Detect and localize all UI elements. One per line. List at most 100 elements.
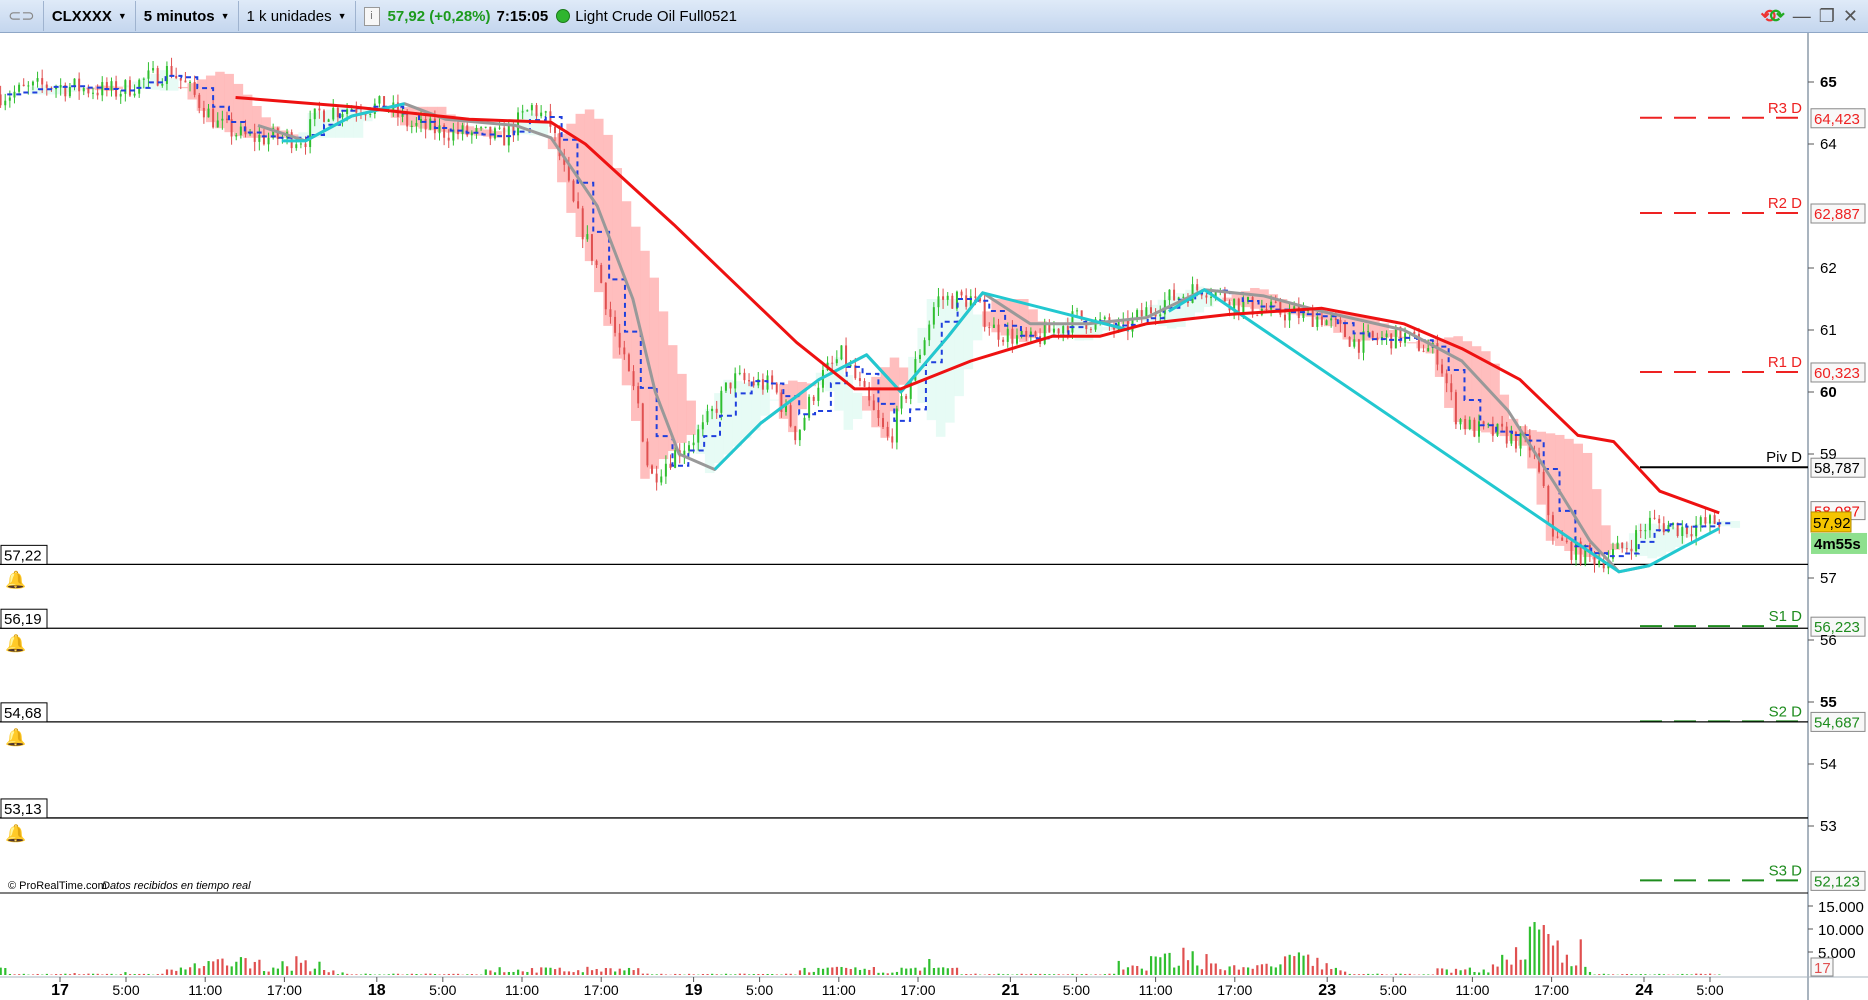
volume-bar — [1247, 967, 1250, 975]
volume-bar — [900, 967, 903, 975]
volume-bar — [1611, 974, 1615, 975]
volume-bar — [914, 967, 917, 975]
price-chart[interactable]: R3 D64,423R2 D62,887R1 D60,323Piv D58,78… — [0, 33, 1868, 1000]
candle-body — [789, 405, 792, 427]
volume-bar — [355, 974, 358, 975]
candle-body — [1353, 339, 1356, 347]
volume-bar — [1482, 969, 1485, 975]
candle-body — [965, 295, 968, 307]
price-tick-label: 56 — [1820, 632, 1837, 649]
chart-toolbar: ⊂⊃ CLXXXX ▼ 5 minutos ▼ 1 k unidades ▼ i 57… — [0, 0, 1868, 33]
volume-bar — [1163, 953, 1167, 975]
link-icon[interactable]: ⊂⊃ — [0, 0, 43, 32]
hour-label: 17:00 — [267, 982, 302, 998]
candle-body — [1445, 373, 1448, 384]
candle-body — [660, 476, 663, 483]
volume-bar — [544, 967, 547, 975]
candle-body — [59, 85, 62, 88]
candle-body — [831, 362, 834, 364]
alert-value: 57,22 — [4, 547, 42, 564]
volume-bar — [336, 974, 340, 975]
hour-label: 17:00 — [900, 982, 935, 998]
hour-label: 11:00 — [822, 982, 856, 998]
candle-body — [595, 260, 598, 265]
symbol-selector[interactable]: CLXXXX ▼ — [44, 0, 135, 32]
units-selector[interactable]: 1 k unidades ▼ — [239, 0, 355, 32]
candle-body — [304, 143, 307, 148]
candle-body — [87, 87, 90, 94]
volume-bar — [1039, 973, 1042, 975]
candle-body — [549, 111, 552, 127]
volume-bar — [845, 967, 848, 975]
volume-bar — [572, 972, 575, 975]
volume-bar — [332, 970, 335, 975]
pivot-label: S1 D — [1769, 608, 1803, 625]
price-tick-label: 62 — [1820, 260, 1837, 277]
candle-body — [253, 132, 256, 142]
ichimoku-cloud-segment — [898, 367, 909, 385]
volume-bar — [415, 974, 418, 975]
bell-icon[interactable]: 🔔 — [5, 824, 26, 843]
volume-bar — [193, 963, 196, 975]
candle-body — [544, 111, 547, 113]
price-tick-label: 53 — [1820, 818, 1837, 835]
volume-bar — [965, 974, 968, 975]
candle-body — [1454, 392, 1457, 425]
candle-body — [1390, 333, 1393, 349]
price-tick-label: 59 — [1820, 446, 1837, 463]
volume-bar — [637, 968, 640, 975]
volume-bar — [1445, 969, 1448, 975]
candle-body — [1339, 319, 1342, 324]
restore-icon[interactable]: ❐ — [1819, 6, 1835, 27]
pivot-value: 54,687 — [1814, 714, 1860, 731]
refresh-icon[interactable]: ⟲⟳ — [1761, 6, 1785, 27]
volume-bar — [55, 974, 58, 975]
candle-body — [655, 473, 658, 483]
candle-body — [78, 78, 81, 92]
volume-bar — [674, 973, 677, 975]
candle-body — [355, 109, 358, 113]
hour-label: 5:00 — [1696, 982, 1723, 998]
volume-bar — [1422, 974, 1425, 975]
info-icon[interactable]: i — [363, 6, 380, 26]
ichimoku-cloud-segment — [677, 373, 687, 443]
candle-body — [1274, 301, 1277, 303]
candle-body — [1699, 517, 1702, 525]
volume-bar — [1325, 963, 1328, 975]
candle-body — [498, 127, 501, 129]
volume-bar — [623, 970, 626, 975]
close-icon[interactable]: ✕ — [1843, 6, 1858, 27]
volume-bar — [1561, 962, 1564, 975]
candle-body — [540, 112, 543, 117]
volume-bar — [1718, 974, 1721, 975]
bell-icon[interactable]: 🔔 — [5, 570, 26, 589]
volume-bar — [466, 974, 469, 975]
candle-body — [1662, 523, 1665, 533]
volume-bar — [655, 974, 658, 975]
candle-body — [165, 65, 168, 84]
hour-label: 5:00 — [112, 982, 139, 998]
volume-bar — [558, 967, 561, 975]
bell-icon[interactable]: 🔔 — [5, 634, 26, 653]
volume-bar — [1487, 972, 1490, 975]
volume-bar — [212, 961, 215, 975]
candle-body — [845, 345, 848, 366]
volume-bar — [105, 973, 109, 975]
candle-body — [942, 296, 945, 300]
candle-body — [1182, 296, 1185, 298]
timeframe-selector[interactable]: 5 minutos ▼ — [136, 0, 238, 32]
candle-body — [577, 201, 580, 209]
volume-bar — [974, 973, 977, 975]
volume-bar — [1117, 960, 1120, 975]
volume-bar — [323, 970, 326, 975]
volume-bar — [1376, 973, 1379, 975]
minimize-icon[interactable]: — — [1793, 6, 1811, 27]
bell-icon[interactable]: 🔔 — [5, 728, 26, 747]
candle-body — [1052, 328, 1055, 333]
volume-bar — [1367, 973, 1370, 975]
volume-bar — [124, 972, 127, 975]
candle-body — [734, 373, 737, 389]
candle-body — [858, 378, 861, 382]
volume-bar — [1205, 954, 1208, 975]
volume-bar — [1177, 965, 1180, 975]
